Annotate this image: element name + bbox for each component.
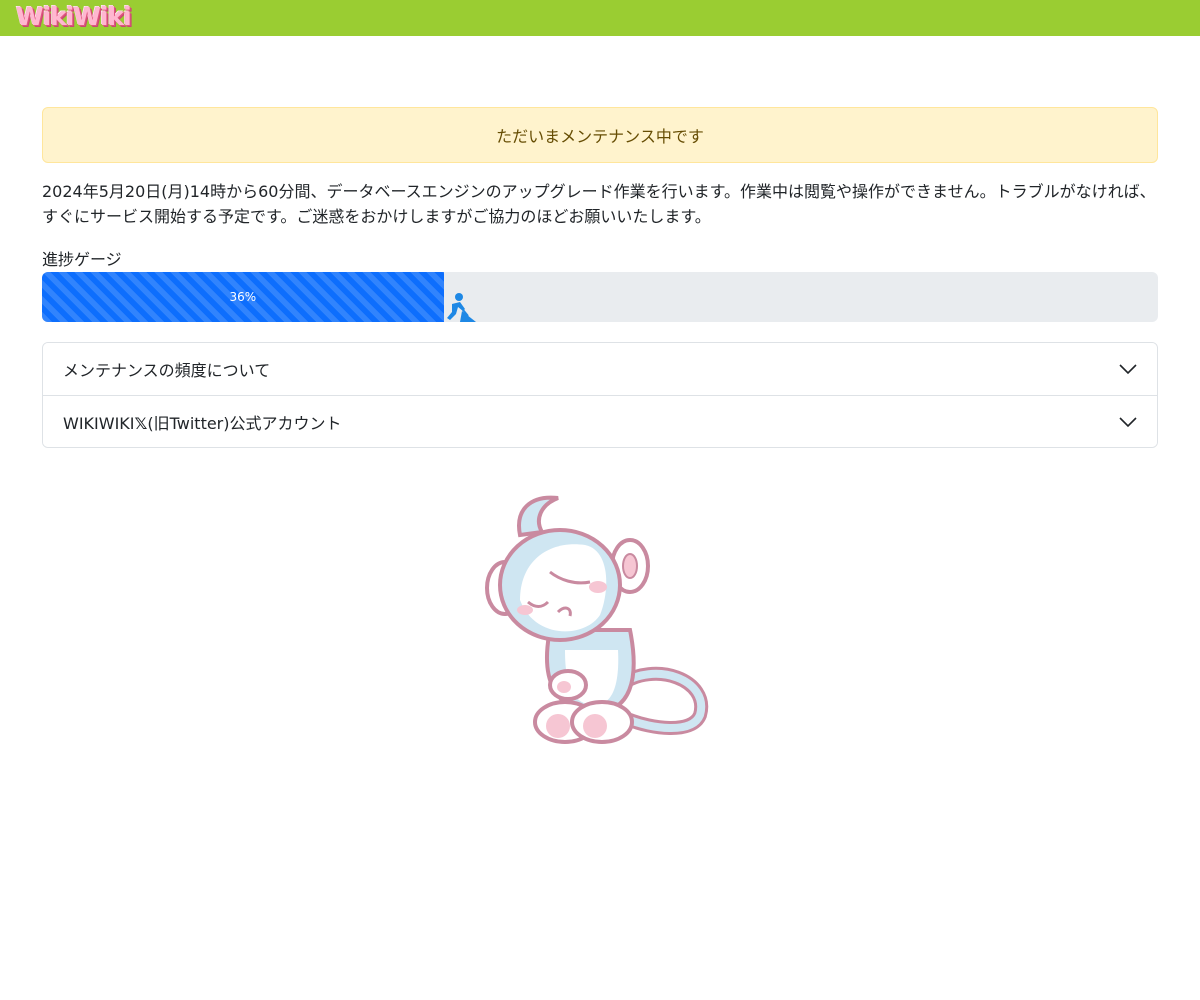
accordion: メンテナンスの頻度について WIKIWIKI𝕏(旧Twitter)公式アカウント bbox=[42, 342, 1158, 448]
accordion-label-prefix: WIKIWIKI bbox=[63, 413, 135, 433]
accordion-label-suffix: (旧Twitter)公式アカウント bbox=[147, 413, 342, 433]
progress-bar: 36% bbox=[42, 272, 444, 322]
maintenance-description: 2024年5月20日(月)14時から60分間、データベースエンジンのアップグレー… bbox=[42, 182, 1156, 226]
x-logo-icon: 𝕏 bbox=[134, 413, 148, 433]
alert-message: ただいまメンテナンス中です bbox=[496, 127, 704, 146]
progress-gauge: 36% bbox=[42, 272, 1158, 322]
chevron-down-icon bbox=[1119, 416, 1137, 427]
accordion-item-x-account[interactable]: WIKIWIKI𝕏(旧Twitter)公式アカウント bbox=[43, 395, 1157, 447]
construction-worker-icon bbox=[446, 293, 476, 322]
accordion-label: WIKIWIKI𝕏(旧Twitter)公式アカウント bbox=[63, 410, 342, 434]
chevron-down-icon bbox=[1119, 364, 1137, 375]
maintenance-alert: ただいまメンテナンス中です bbox=[42, 107, 1158, 163]
top-bar: WikiWiki bbox=[0, 0, 1200, 36]
site-logo[interactable]: WikiWiki bbox=[16, 2, 132, 31]
progress-label: 進捗ゲージ bbox=[42, 250, 122, 269]
sleeping-monkey-mascot bbox=[485, 495, 709, 744]
main-content: ただいまメンテナンス中です 2024年5月20日(月)14時から60分間、データ… bbox=[42, 107, 1158, 448]
accordion-label: メンテナンスの頻度について bbox=[63, 361, 271, 380]
progress-value: 36% bbox=[229, 290, 257, 304]
accordion-item-maintenance-frequency[interactable]: メンテナンスの頻度について bbox=[43, 343, 1157, 395]
